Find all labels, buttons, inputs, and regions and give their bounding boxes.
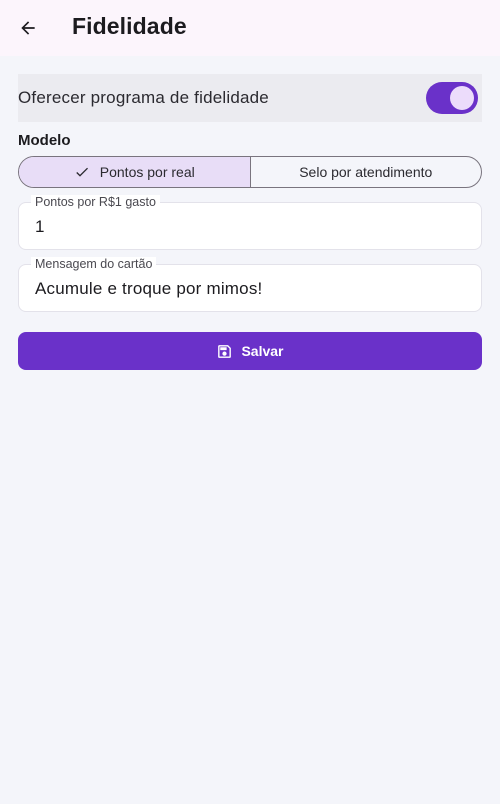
points-field-label: Pontos por R$1 gasto xyxy=(31,195,160,209)
back-button[interactable] xyxy=(12,12,44,44)
loyalty-toggle-row[interactable]: Oferecer programa de fidelidade xyxy=(18,74,482,122)
segment-label: Selo por atendimento xyxy=(299,164,433,180)
save-button[interactable]: Salvar xyxy=(18,332,482,370)
app-bar: Fidelidade xyxy=(0,0,500,56)
segment-points-per-real[interactable]: Pontos por real xyxy=(19,157,251,187)
points-field-value[interactable]: 1 xyxy=(35,217,45,237)
save-button-label: Salvar xyxy=(241,343,284,359)
arrow-back-icon xyxy=(21,21,35,35)
card-message-field[interactable]: Mensagem do cartão Acumule e troque por … xyxy=(18,257,482,312)
save-icon xyxy=(216,343,233,360)
loyalty-switch[interactable] xyxy=(426,82,478,114)
switch-thumb xyxy=(450,86,474,110)
message-field-value[interactable]: Acumule e troque por mimos! xyxy=(35,279,262,299)
model-label: Modelo xyxy=(18,132,71,149)
message-field-label: Mensagem do cartão xyxy=(31,257,157,271)
model-segmented-control: Pontos por real Selo por atendimento xyxy=(18,156,482,188)
segment-label: Pontos por real xyxy=(99,164,195,180)
segment-stamp-per-visit[interactable]: Selo por atendimento xyxy=(251,157,482,187)
page-title: Fidelidade xyxy=(72,13,187,39)
points-per-real-field[interactable]: Pontos por R$1 gasto 1 xyxy=(18,195,482,250)
loyalty-toggle-label: Oferecer programa de fidelidade xyxy=(18,88,269,107)
check-icon xyxy=(74,164,90,180)
